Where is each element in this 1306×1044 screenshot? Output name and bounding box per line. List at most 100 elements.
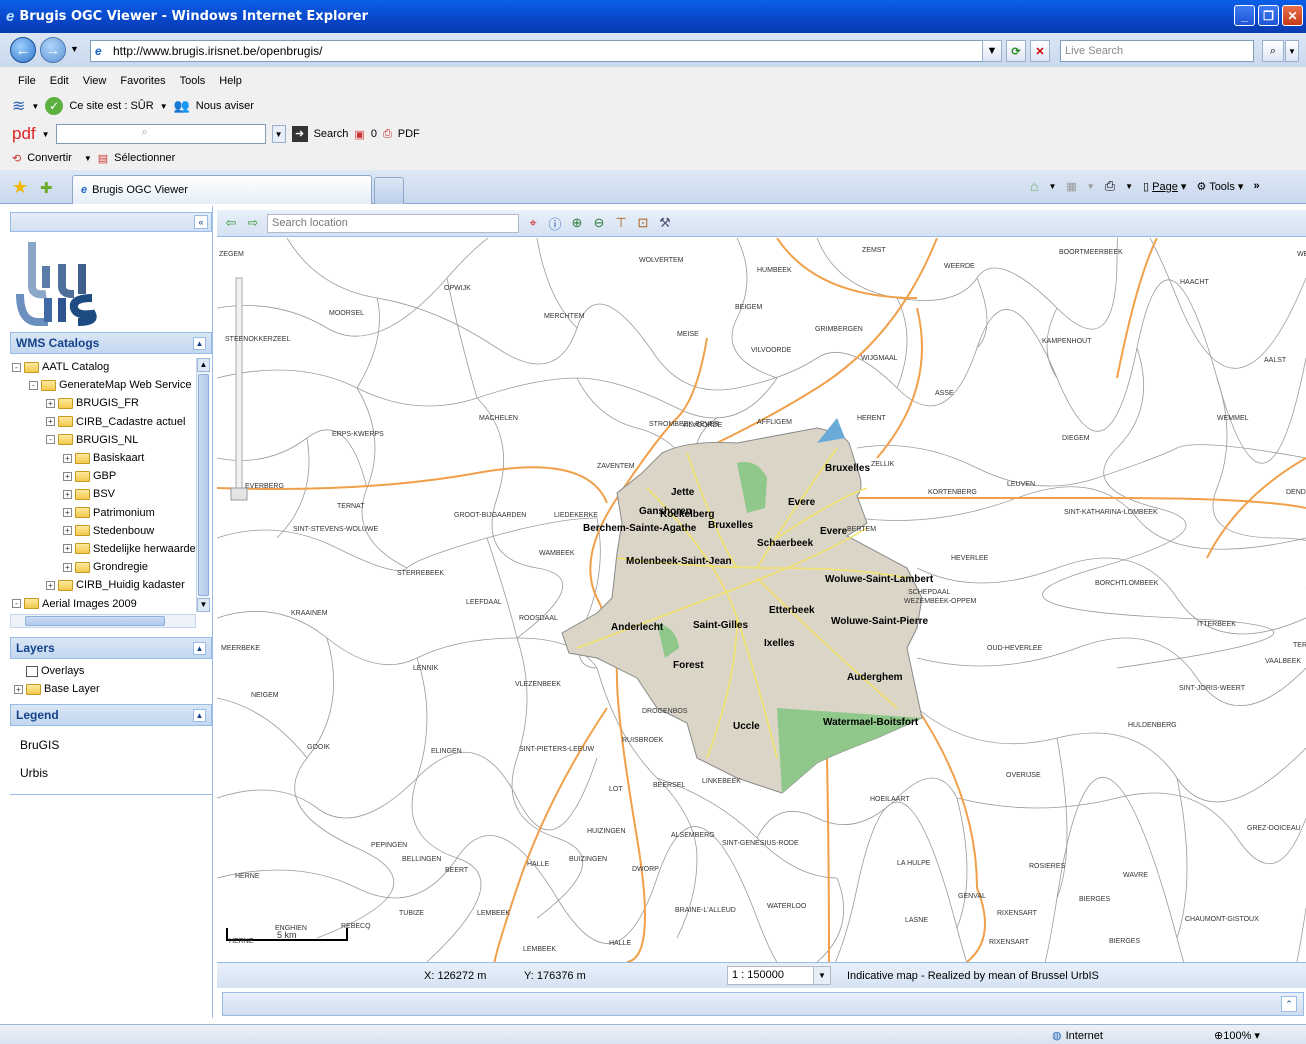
collapse-layers-icon[interactable]: ▲ [193, 642, 206, 655]
live-search-input[interactable]: Live Search [1060, 40, 1254, 62]
page-menu[interactable]: ▯ Page ▾ [1143, 180, 1186, 193]
expand-icon[interactable]: + [63, 471, 72, 481]
address-bar[interactable]: e http://www.brugis.irisnet.be/openbrugi… [90, 40, 1002, 62]
tree-horizontal-scrollbar[interactable] [10, 614, 196, 628]
commune-label[interactable]: Schaerbeek [757, 538, 814, 549]
chevron-more-icon[interactable]: » [1253, 180, 1259, 192]
commune-label[interactable]: Berchem-Sainte-Agathe [583, 523, 697, 534]
dropdown-icon[interactable]: ▼ [1125, 182, 1133, 191]
expand-icon[interactable]: + [63, 453, 72, 463]
dropdown-icon[interactable]: ▼ [31, 102, 39, 111]
commune-label[interactable]: Jette [671, 487, 695, 498]
expand-icon[interactable]: + [63, 562, 72, 572]
map-canvas[interactable]: 5 km ZEGEMWOLVERTEMHUMBEEKZEMSTWEERDEBOO… [217, 238, 1306, 962]
feeds-icon[interactable]: ▦ [1066, 180, 1076, 193]
zoom-level[interactable]: ⊕100% ▾ [1214, 1029, 1260, 1042]
pdf-logo[interactable]: pdf [12, 124, 36, 144]
commune-label[interactable]: Evere [788, 497, 816, 508]
menu-file[interactable]: File [18, 75, 36, 87]
select-button[interactable]: Sélectionner [114, 152, 175, 164]
forward-button[interactable]: → [40, 37, 66, 63]
wifi-icon[interactable]: ≋ [12, 96, 25, 116]
tree-node[interactable]: - AATL Catalog [12, 358, 198, 376]
expand-icon[interactable]: + [63, 526, 72, 536]
expand-icon[interactable]: + [63, 508, 72, 518]
scale-dropdown-icon[interactable]: ▼ [813, 966, 831, 985]
commune-label[interactable]: Woluwe-Saint-Lambert [825, 574, 934, 585]
collapse-panel-button[interactable]: « [194, 215, 208, 229]
pdf-search-input[interactable]: ⌕ [55, 124, 266, 144]
dropdown-icon[interactable]: ▼ [1048, 182, 1056, 191]
settings-wrench-icon[interactable]: ⚒ [657, 215, 673, 231]
stop-icon[interactable]: ✕ [1030, 40, 1050, 62]
tree-node[interactable]: + CIRB_Huidig kadaster [12, 576, 198, 594]
expand-icon[interactable]: + [63, 544, 72, 554]
dropdown-icon[interactable]: ▼ [84, 154, 92, 163]
measure-area-icon[interactable]: ⊡ [635, 215, 651, 231]
commune-label[interactable]: Woluwe-Saint-Pierre [831, 616, 928, 627]
collapse-icon[interactable]: - [46, 435, 55, 445]
tree-node[interactable]: + BSV [12, 485, 198, 503]
restore-button[interactable]: ❐ [1258, 5, 1279, 26]
info-icon[interactable]: ⓘ [547, 215, 563, 232]
next-extent-icon[interactable]: ⇨ [245, 215, 261, 231]
commune-label[interactable]: Auderghem [847, 672, 903, 683]
menu-favorites[interactable]: Favorites [120, 75, 165, 87]
collapse-icon[interactable]: - [29, 380, 38, 390]
commune-label[interactable]: Forest [673, 660, 704, 671]
layer-base[interactable]: + Base Layer [14, 680, 100, 698]
new-tab-button[interactable] [374, 177, 404, 204]
commune-label[interactable]: Bruxelles [825, 463, 870, 474]
collapse-legend-icon[interactable]: ▲ [193, 709, 206, 722]
commune-label[interactable]: Ixelles [764, 638, 795, 649]
dropdown-icon[interactable]: ▼ [160, 102, 168, 111]
previous-extent-icon[interactable]: ⇦ [223, 215, 239, 231]
commune-label[interactable]: Watermael-Boitsfort [823, 717, 919, 728]
safe-status-text[interactable]: Ce site est : SÛR [69, 100, 153, 112]
layers-header[interactable]: Layers ▲ [10, 637, 212, 659]
expand-footer-button[interactable]: ⌃ [1281, 996, 1297, 1012]
history-dropdown-icon[interactable]: ▼ [70, 44, 79, 54]
close-button[interactable]: ✕ [1282, 5, 1303, 26]
pdf-search-dropdown-icon[interactable]: ▼ [271, 125, 286, 143]
tree-node[interactable]: - BRUGIS_NL [12, 431, 198, 449]
menu-edit[interactable]: Edit [50, 75, 69, 87]
expand-icon[interactable]: + [14, 684, 23, 694]
tree-node[interactable]: + BRUGIS_FR [12, 394, 198, 412]
tree-node[interactable]: + Patrimonium [12, 504, 198, 522]
map-view[interactable]: 5 km ZEGEM WOLVERTEM HUMBEEK ZEMST WEERDE BOO… [217, 238, 1306, 962]
tree-node[interactable]: + Basiskaart [12, 449, 198, 467]
tree-node[interactable]: + Stedenbouw [12, 522, 198, 540]
pdf-button[interactable]: PDF [398, 128, 420, 140]
legend-header[interactable]: Legend ▲ [10, 704, 212, 726]
convert-button[interactable]: Convertir [27, 152, 72, 164]
menu-view[interactable]: View [83, 75, 107, 87]
menu-tools[interactable]: Tools [180, 75, 206, 87]
tree-node[interactable]: - Aerial Images 2009 [12, 594, 198, 612]
commune-label[interactable]: Anderlecht [611, 622, 664, 633]
expand-icon[interactable]: + [46, 580, 55, 590]
locate-icon[interactable]: ⌖ [525, 215, 541, 231]
home-icon[interactable]: ⌂ [1030, 178, 1038, 194]
expand-icon[interactable]: + [63, 489, 72, 499]
collapse-icon[interactable]: - [12, 362, 21, 372]
commune-label[interactable]: Uccle [733, 721, 760, 732]
tools-menu[interactable]: ⚙ Tools ▾ [1196, 180, 1243, 193]
expand-icon[interactable]: + [46, 398, 55, 408]
dropdown-icon[interactable]: ▼ [42, 130, 50, 139]
search-location-input[interactable]: Search location [267, 213, 519, 233]
address-dropdown-icon[interactable]: ▼ [982, 40, 1002, 62]
tab-brugis[interactable]: e Brugis OGC Viewer [72, 175, 372, 204]
favorites-star-icon[interactable]: ★ [12, 177, 28, 198]
zoom-out-icon[interactable]: ⊖ [591, 215, 607, 231]
commune-label[interactable]: Evere [820, 526, 848, 537]
search-icon[interactable]: ⌕ [1262, 40, 1284, 62]
tree-node[interactable]: + GBP [12, 467, 198, 485]
tree-node[interactable]: + Grondregie [12, 558, 198, 576]
advise-button[interactable]: Nous aviser [196, 100, 254, 112]
commune-label[interactable]: Etterbeek [769, 605, 815, 616]
layer-overlays[interactable]: Overlays [14, 662, 100, 680]
dropdown-icon[interactable]: ▼ [1087, 182, 1095, 191]
commune-label[interactable]: Saint-Gilles [693, 620, 748, 631]
commune-label[interactable]: Bruxelles [708, 520, 753, 531]
